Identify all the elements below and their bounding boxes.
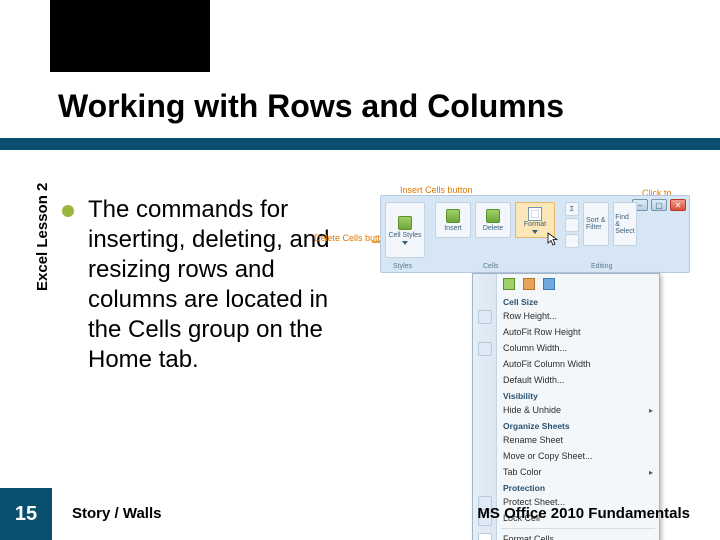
footer-left: Story / Walls	[72, 505, 161, 522]
find-select-button[interactable]: Find & Select	[613, 202, 637, 246]
delete-icon	[486, 209, 500, 223]
menu-item-label: Column Width...	[503, 343, 567, 353]
window-chrome: – ▢ ✕	[632, 199, 686, 211]
menu-item-label: Rename Sheet	[503, 435, 563, 445]
menu-item-label: AutoFit Column Width	[503, 359, 591, 369]
bullet-text: The commands for inserting, deleting, an…	[88, 195, 352, 375]
slide-number: 15	[0, 488, 52, 540]
menu-item-label: Row Height...	[503, 311, 557, 321]
mouse-cursor-icon	[547, 232, 558, 247]
slide-body: Excel Lesson 2 The commands for insertin…	[0, 175, 720, 485]
menu-item-hide-unhide[interactable]: Hide & Unhide	[473, 402, 659, 418]
color-swatch-icon	[503, 278, 515, 290]
bullet-item: The commands for inserting, deleting, an…	[62, 195, 352, 375]
menu-item-label: AutoFit Row Height	[503, 327, 581, 337]
slide-header: Working with Rows and Columns	[0, 0, 720, 155]
sort-filter-button[interactable]: Sort & Filter	[583, 202, 609, 246]
ribbon-panel: – ▢ ✕ Cell Styles Insert Delete	[380, 195, 690, 273]
chevron-down-icon	[532, 230, 538, 234]
ribbon-group-label-cells: Cells	[483, 263, 499, 270]
menu-item-rename-sheet[interactable]: Rename Sheet	[473, 432, 659, 448]
window-restore-button[interactable]: ▢	[651, 199, 667, 211]
menu-item-column-width[interactable]: Column Width...	[473, 340, 659, 356]
menu-section-cell-size: Cell Size	[473, 294, 659, 308]
sidebar-vertical-label: Excel Lesson 2	[34, 183, 51, 291]
chevron-down-icon	[402, 241, 408, 245]
clear-button[interactable]	[565, 234, 579, 248]
insert-cells-button[interactable]: Insert	[435, 202, 471, 238]
footer-right: MS Office 2010 Fundamentals	[477, 505, 690, 522]
button-label: Cell Styles	[388, 232, 421, 239]
styles-icon	[398, 216, 412, 230]
delete-cells-button[interactable]: Delete	[475, 202, 511, 238]
color-swatch-icon	[523, 278, 535, 290]
row-height-icon	[478, 310, 492, 324]
menu-section-organize: Organize Sheets	[473, 418, 659, 432]
menu-item-tab-color[interactable]: Tab Color	[473, 464, 659, 480]
button-label: Delete	[483, 225, 503, 232]
ribbon-screenshot: Insert Cells button Delete Cells button …	[380, 195, 690, 273]
button-label: Insert	[444, 225, 462, 232]
button-label: Sort & Filter	[586, 217, 606, 231]
menu-section-visibility: Visibility	[473, 388, 659, 402]
insert-icon	[446, 209, 460, 223]
autosum-button[interactable]: Σ	[565, 202, 579, 216]
ribbon-group-label-styles: Styles	[393, 263, 412, 270]
fill-button[interactable]	[565, 218, 579, 232]
column-width-icon	[478, 342, 492, 356]
menu-swatch-row	[473, 274, 659, 294]
header-divider	[0, 138, 720, 150]
slide: Working with Rows and Columns Excel Less…	[0, 0, 720, 540]
slide-footer: 15 Story / Walls MS Office 2010 Fundamen…	[0, 485, 720, 540]
menu-item-label: Tab Color	[503, 467, 542, 477]
menu-item-label: Move or Copy Sheet...	[503, 451, 593, 461]
format-icon	[528, 207, 542, 221]
button-label: Format	[524, 221, 546, 228]
menu-item-autofit-row[interactable]: AutoFit Row Height	[473, 324, 659, 340]
menu-item-move-copy-sheet[interactable]: Move or Copy Sheet...	[473, 448, 659, 464]
bullet-icon	[62, 205, 74, 217]
menu-item-autofit-column[interactable]: AutoFit Column Width	[473, 356, 659, 372]
menu-item-label: Hide & Unhide	[503, 405, 561, 415]
slide-title: Working with Rows and Columns	[58, 88, 564, 125]
menu-item-row-height[interactable]: Row Height...	[473, 308, 659, 324]
callout-insert-cells: Insert Cells button	[400, 185, 473, 195]
sigma-icon: Σ	[570, 206, 574, 213]
window-close-button[interactable]: ✕	[670, 199, 686, 211]
header-accent-block	[50, 0, 210, 72]
menu-item-default-width[interactable]: Default Width...	[473, 372, 659, 388]
button-label: Find & Select	[615, 214, 634, 235]
cell-styles-button[interactable]: Cell Styles	[385, 202, 425, 258]
color-swatch-icon	[543, 278, 555, 290]
menu-item-label: Default Width...	[503, 375, 565, 385]
ribbon-group-label-editing: Editing	[591, 263, 612, 270]
